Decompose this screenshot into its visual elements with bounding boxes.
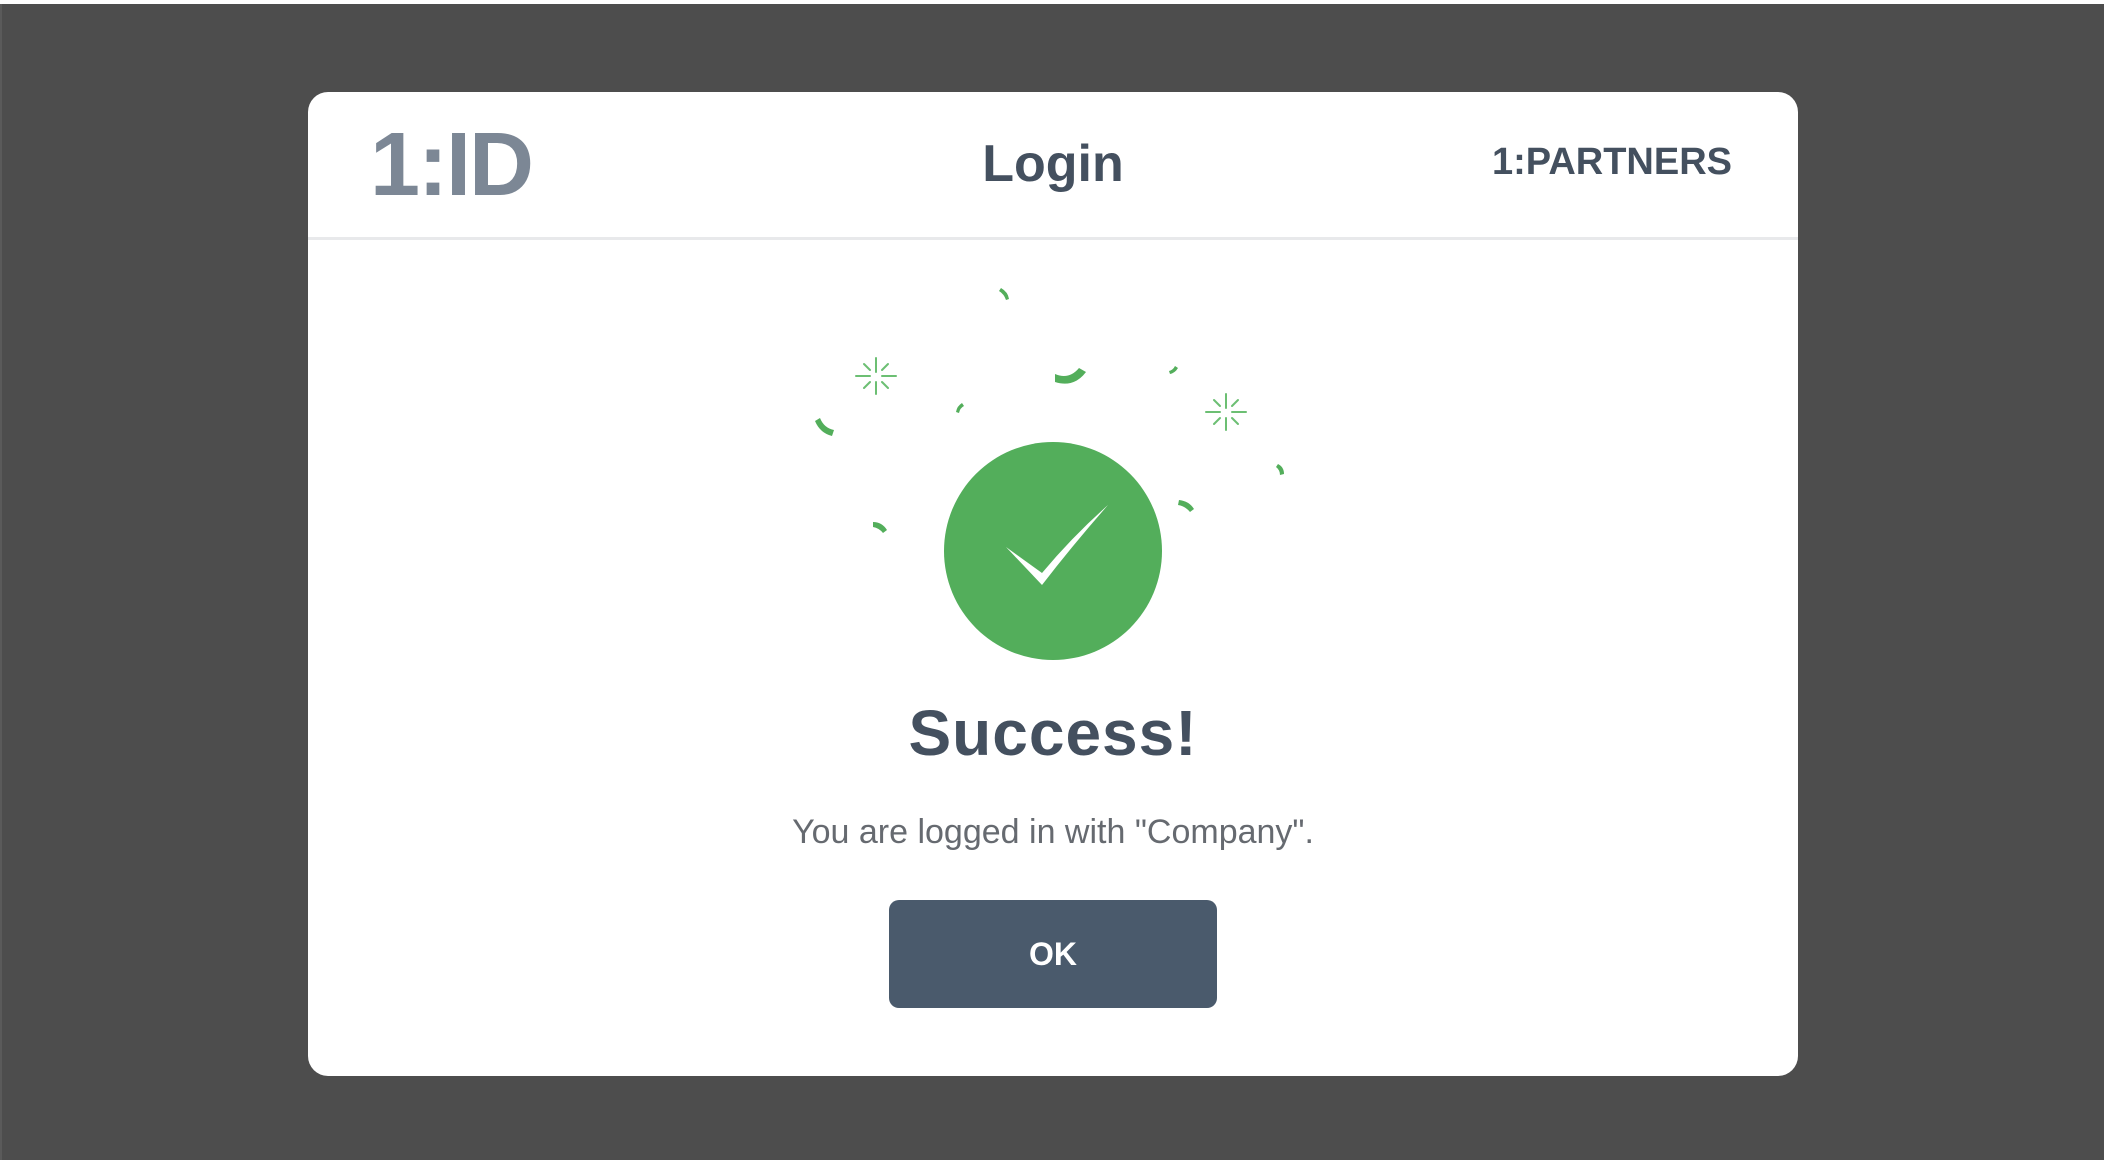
confetti-piece bbox=[873, 522, 887, 533]
sparkle-icon bbox=[1205, 393, 1247, 431]
confetti-piece bbox=[1276, 464, 1284, 475]
confetti-piece bbox=[999, 288, 1009, 300]
ok-button[interactable]: OK bbox=[889, 900, 1217, 1008]
dialog-header: 1:ID Login 1:PARTNERS bbox=[308, 92, 1798, 240]
success-check-circle bbox=[944, 442, 1162, 660]
sparkle-icon bbox=[855, 357, 897, 395]
checkmark-icon bbox=[1006, 505, 1108, 585]
confetti-piece bbox=[1169, 366, 1178, 374]
confetti-piece bbox=[956, 403, 964, 413]
login-success-dialog: 1:ID Login 1:PARTNERS Success! You are l… bbox=[308, 92, 1798, 1076]
confetti-piece bbox=[815, 418, 834, 436]
partner-logo: 1:PARTNERS bbox=[1492, 141, 1732, 183]
confetti-piece bbox=[1055, 368, 1086, 384]
confetti-piece bbox=[1178, 500, 1194, 512]
success-message: You are logged in with "Company". bbox=[792, 813, 1314, 851]
success-heading: Success! bbox=[908, 697, 1198, 769]
